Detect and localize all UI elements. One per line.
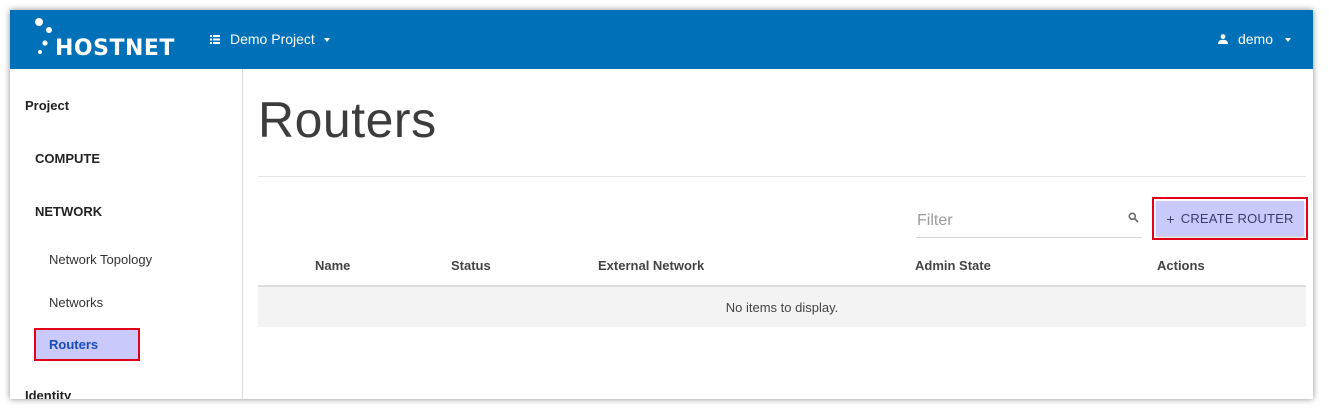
- column-header-status[interactable]: Status: [451, 258, 491, 273]
- main-content: Routers + CREATE ROUTER Name Status Exte…: [258, 69, 1308, 399]
- sidebar-item-networks[interactable]: Networks: [49, 295, 103, 310]
- table-empty-row: No items to display.: [258, 287, 1306, 327]
- username: demo: [1237, 31, 1273, 47]
- top-navbar: HOSTNET Demo Project demo: [10, 10, 1313, 69]
- plus-icon: +: [1166, 210, 1175, 227]
- list-icon: [210, 34, 220, 44]
- routers-table: Name Status External Network Admin State…: [258, 249, 1306, 327]
- project-name: Demo Project: [230, 31, 315, 47]
- filter-input[interactable]: [916, 206, 1121, 236]
- column-header-admin-state[interactable]: Admin State: [915, 258, 991, 273]
- empty-message: No items to display.: [725, 299, 839, 315]
- sidebar-item-network-topology[interactable]: Network Topology: [49, 252, 152, 267]
- sidebar-item-project[interactable]: Project: [25, 98, 69, 113]
- sidebar-item-network[interactable]: NETWORK: [35, 204, 102, 219]
- project-selector[interactable]: Demo Project: [210, 29, 330, 49]
- sidebar-item-compute[interactable]: COMPUTE: [35, 151, 100, 166]
- chevron-down-icon: [1285, 37, 1291, 42]
- title-divider: [258, 176, 1306, 177]
- page-title: Routers: [258, 92, 437, 148]
- search-icon[interactable]: [1128, 212, 1139, 223]
- brand-wordmark: HOSTNET: [55, 36, 175, 61]
- filter-field: [916, 206, 1142, 238]
- table-header: Name Status External Network Admin State…: [258, 249, 1306, 287]
- column-header-external-network[interactable]: External Network: [598, 258, 704, 273]
- person-icon: [1217, 34, 1228, 44]
- app-window: HOSTNET Demo Project demo Project COMPUT…: [10, 10, 1313, 399]
- create-router-button-face: + CREATE ROUTER: [1156, 201, 1304, 236]
- sidebar-item-identity[interactable]: Identity: [25, 388, 71, 399]
- create-router-label: CREATE ROUTER: [1180, 211, 1294, 226]
- create-router-button[interactable]: + CREATE ROUTER: [1152, 197, 1308, 240]
- user-menu[interactable]: demo: [1217, 29, 1291, 49]
- sidebar-item-routers[interactable]: Routers: [34, 328, 140, 361]
- hostnet-logo-icon: HOSTNET: [35, 18, 175, 61]
- brand-logo[interactable]: HOSTNET: [32, 16, 182, 62]
- column-header-actions: Actions: [1157, 258, 1205, 273]
- chevron-down-icon: [323, 37, 330, 42]
- sidebar: Project COMPUTE NETWORK Network Topology…: [10, 69, 243, 399]
- column-header-name[interactable]: Name: [315, 258, 350, 273]
